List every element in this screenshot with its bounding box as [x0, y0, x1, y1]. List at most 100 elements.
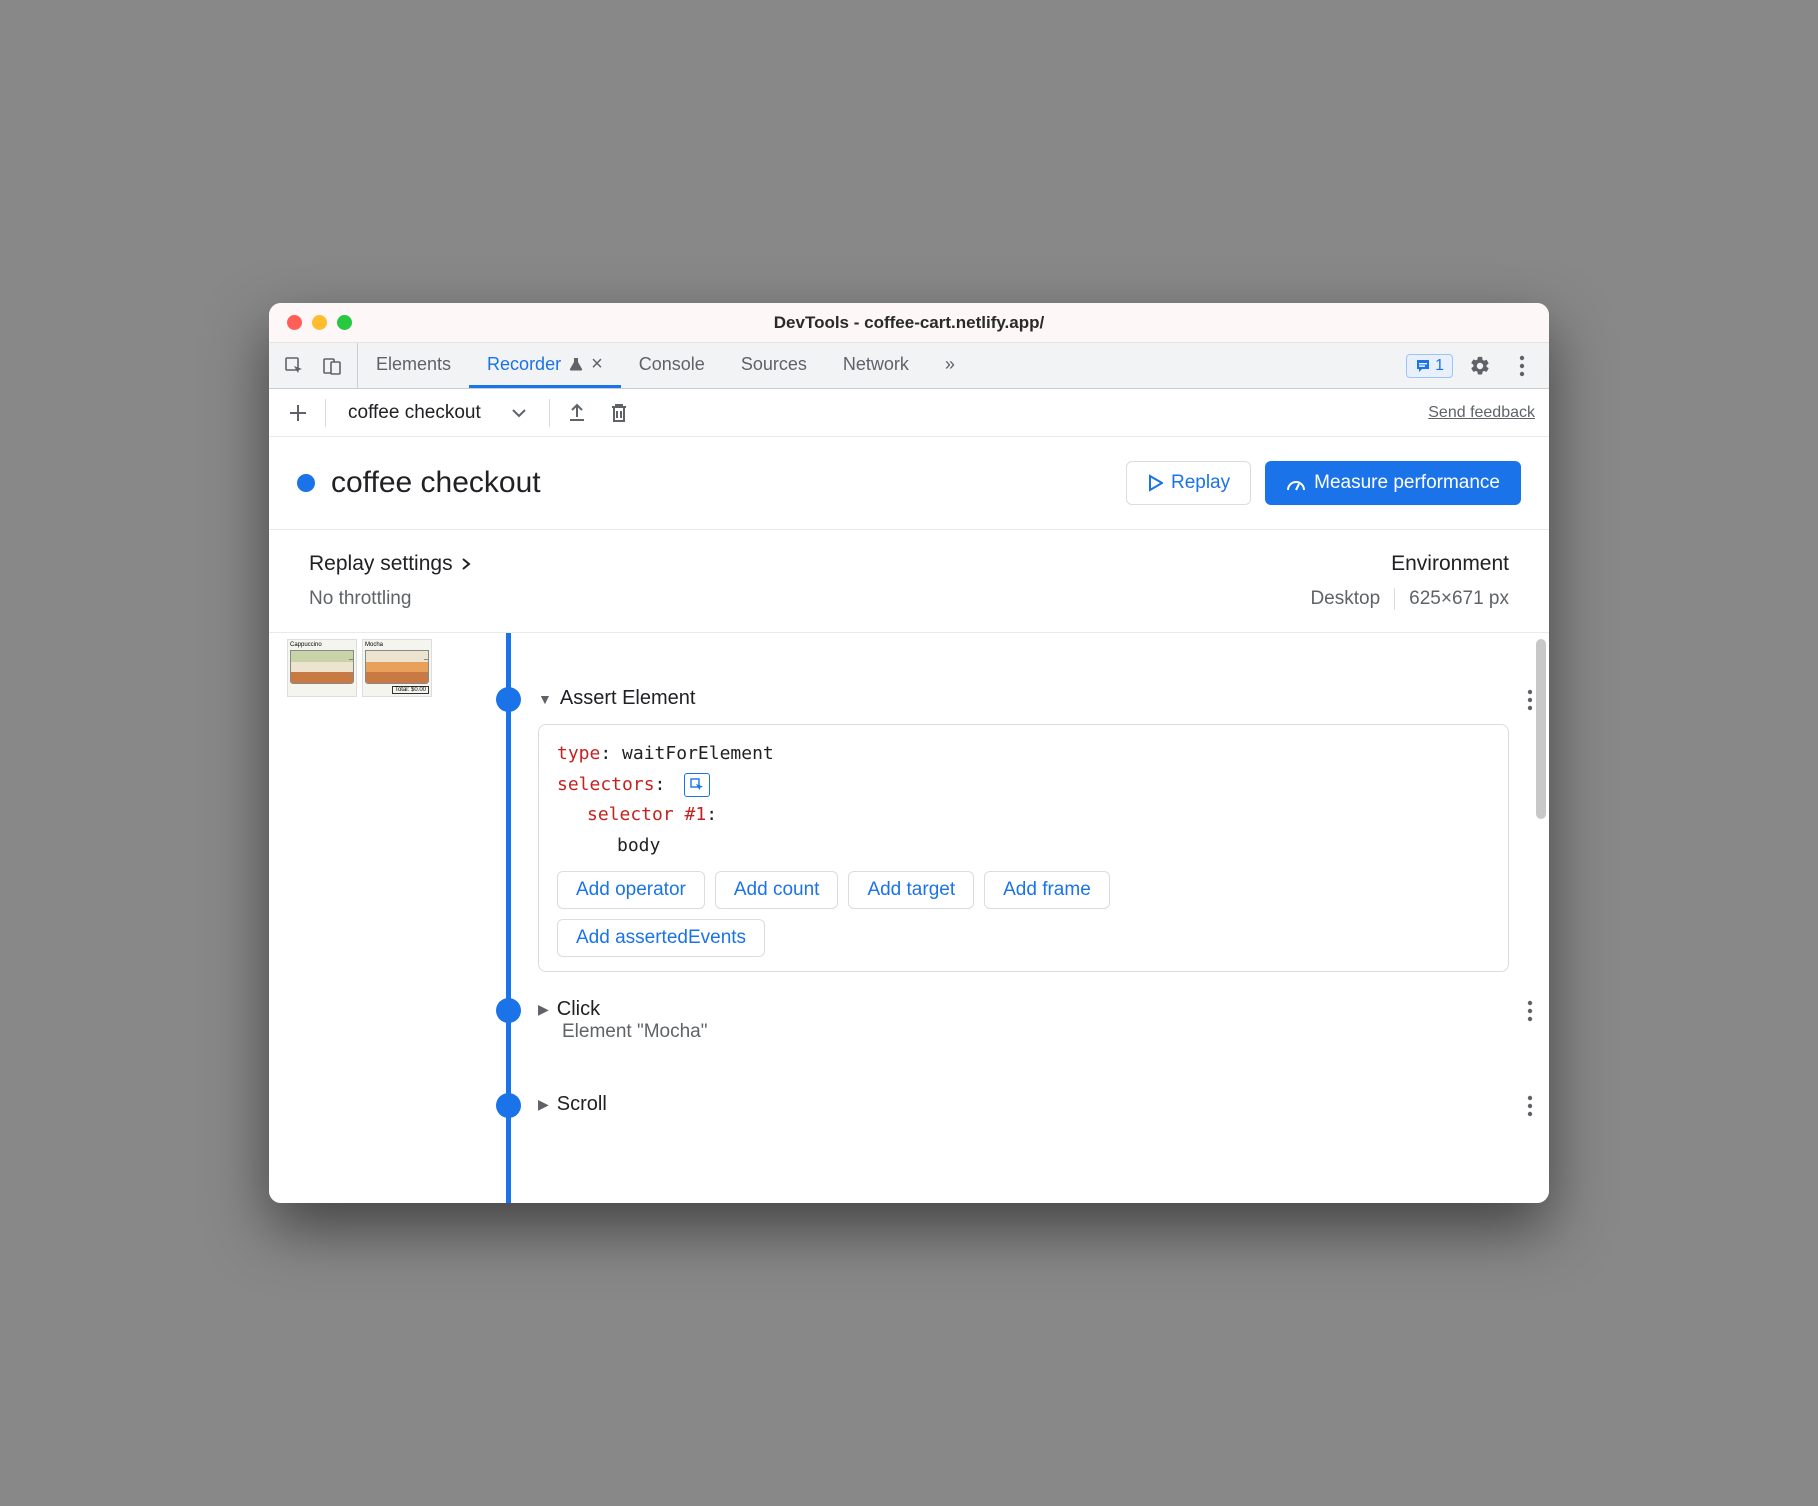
caret-right-icon: ▶: [538, 1096, 549, 1113]
tab-label: Sources: [741, 354, 807, 375]
chevron-right-icon: [461, 557, 471, 571]
delete-button[interactable]: [604, 398, 634, 428]
thumb-total: Total: $0.00: [392, 686, 429, 694]
thumbnail-card: Mocha Total: $0.00: [362, 639, 432, 697]
step-menu-button[interactable]: [1527, 1000, 1533, 1022]
replay-button[interactable]: Replay: [1126, 461, 1251, 505]
add-operator-chip[interactable]: Add operator: [557, 871, 705, 909]
code-value: waitForElement: [622, 743, 774, 764]
divider: [325, 399, 326, 427]
send-feedback-link[interactable]: Send feedback: [1428, 404, 1535, 422]
device-value: Desktop: [1310, 588, 1380, 610]
code-line: selector #1:: [557, 800, 1490, 831]
code-key: selectors: [557, 774, 655, 795]
code-line: selectors:: [557, 770, 1490, 801]
code-line: type: waitForElement: [557, 739, 1490, 770]
step-marker: [496, 687, 521, 712]
replay-button-label: Replay: [1171, 472, 1230, 494]
step-header[interactable]: ▶ Scroll: [538, 1093, 1509, 1116]
close-tab-icon[interactable]: ×: [591, 353, 603, 376]
step-marker: [496, 1093, 521, 1118]
window-title: DevTools - coffee-cart.netlify.app/: [774, 313, 1044, 333]
thumb-label: Cappuccino: [290, 642, 322, 648]
timeline-area: Cappuccino Mocha Total: $0.00: [269, 633, 1549, 1203]
step-subtitle: Element "Mocha": [538, 1021, 1509, 1043]
tab-network[interactable]: Network: [825, 343, 927, 388]
tabs-right-tools: 1: [1394, 343, 1549, 388]
recording-title: coffee checkout: [331, 466, 541, 500]
code-value: body: [617, 835, 660, 856]
gauge-icon: [1286, 474, 1306, 492]
step-header[interactable]: ▼ Assert Element: [538, 687, 1509, 710]
step-title: Scroll: [557, 1093, 607, 1116]
tabs-left-tools: [269, 343, 358, 388]
kebab-menu-icon[interactable]: [1507, 351, 1537, 381]
tab-label: Console: [639, 354, 705, 375]
recording-actions: Replay Measure performance: [1126, 461, 1521, 505]
caret-down-icon: ▼: [538, 691, 552, 707]
add-count-chip[interactable]: Add count: [715, 871, 839, 909]
messages-badge[interactable]: 1: [1406, 354, 1453, 378]
step-header[interactable]: ▶ Click: [538, 998, 1509, 1021]
tab-console[interactable]: Console: [621, 343, 723, 388]
tab-sources[interactable]: Sources: [723, 343, 825, 388]
close-window-button[interactable]: [287, 315, 302, 330]
step-click: ▶ Click Element "Mocha": [484, 998, 1549, 1043]
messages-count: 1: [1435, 357, 1444, 375]
tab-label: Elements: [376, 354, 451, 375]
device-toolbar-icon[interactable]: [317, 351, 347, 381]
minimize-window-button[interactable]: [312, 315, 327, 330]
mug-icon: [290, 650, 354, 684]
step-title: Assert Element: [560, 687, 696, 710]
chip-row: Add operator Add count Add target Add fr…: [557, 871, 1490, 909]
measure-button-label: Measure performance: [1314, 472, 1500, 494]
maximize-window-button[interactable]: [337, 315, 352, 330]
recording-header: coffee checkout Replay Measure performan…: [269, 437, 1549, 530]
steps-timeline: ▼ Assert Element type: waitForElement se…: [484, 633, 1549, 1203]
window-titlebar: DevTools - coffee-cart.netlify.app/: [269, 303, 1549, 343]
dimensions-value: 625×671 px: [1409, 588, 1509, 610]
caret-right-icon: ▶: [538, 1001, 549, 1018]
thumb-label: Mocha: [365, 642, 383, 648]
throttling-value: No throttling: [309, 588, 909, 610]
export-button[interactable]: [562, 398, 592, 428]
step-title: Click: [557, 998, 600, 1021]
devtools-window: DevTools - coffee-cart.netlify.app/ Elem…: [269, 303, 1549, 1203]
thumbnail-card: Cappuccino: [287, 639, 357, 697]
tab-label: Network: [843, 354, 909, 375]
message-icon: [1415, 358, 1431, 374]
add-target-chip[interactable]: Add target: [848, 871, 974, 909]
new-recording-button[interactable]: [283, 398, 313, 428]
panel-tabs: Elements Recorder × Console Sources Netw…: [358, 343, 1394, 388]
step-body: type: waitForElement selectors: selector…: [538, 724, 1509, 972]
step-marker: [496, 998, 521, 1023]
settings-gear-icon[interactable]: [1465, 351, 1495, 381]
environment-values: Desktop 625×671 px: [1310, 588, 1509, 610]
element-picker-icon[interactable]: [684, 773, 710, 797]
code-key: selector #1: [587, 804, 706, 825]
code-line: body: [557, 831, 1490, 862]
add-assertedevents-chip[interactable]: Add assertedEvents: [557, 919, 765, 957]
step-menu-button[interactable]: [1527, 1095, 1533, 1117]
add-frame-chip[interactable]: Add frame: [984, 871, 1110, 909]
recording-selector-label: coffee checkout: [348, 402, 481, 424]
step-screenshot-thumbnail[interactable]: Cappuccino Mocha Total: $0.00: [287, 639, 432, 697]
replay-settings: Replay settings No throttling: [309, 552, 909, 610]
step-menu-button[interactable]: [1527, 689, 1533, 711]
divider: [1394, 588, 1395, 610]
environment-heading: Environment: [1391, 552, 1509, 576]
environment-info: Environment Desktop 625×671 px: [909, 552, 1509, 610]
replay-settings-toggle[interactable]: Replay settings: [309, 552, 909, 576]
recorder-subbar: coffee checkout Send feedback: [269, 389, 1549, 437]
measure-performance-button[interactable]: Measure performance: [1265, 461, 1521, 505]
play-icon: [1147, 474, 1163, 492]
tab-recorder[interactable]: Recorder ×: [469, 343, 621, 388]
more-tabs-button[interactable]: »: [927, 343, 973, 388]
devtools-tabstrip: Elements Recorder × Console Sources Netw…: [269, 343, 1549, 389]
mug-icon: [365, 650, 429, 684]
inspect-element-icon[interactable]: [279, 351, 309, 381]
tab-label: Recorder: [487, 354, 561, 375]
recording-selector[interactable]: coffee checkout: [338, 402, 537, 424]
flask-icon: [569, 356, 583, 372]
tab-elements[interactable]: Elements: [358, 343, 469, 388]
